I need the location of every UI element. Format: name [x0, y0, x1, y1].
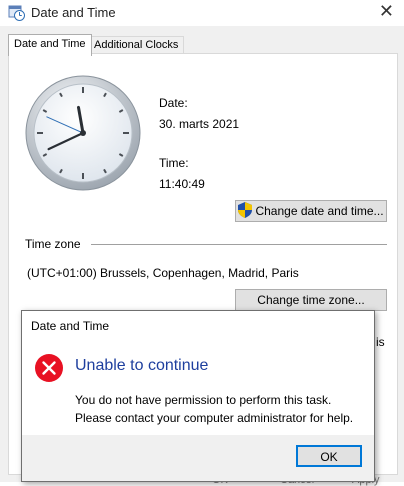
- change-time-zone-button[interactable]: Change time zone...: [235, 289, 387, 311]
- dialog-title: Date and Time: [31, 319, 110, 333]
- time-zone-value: (UTC+01:00) Brussels, Copenhagen, Madrid…: [27, 266, 299, 280]
- ok-button[interactable]: OK: [296, 445, 362, 467]
- dialog-message-line-2: Please contact your computer administrat…: [75, 411, 354, 425]
- time-zone-section-label: Time zone: [25, 237, 81, 251]
- analog-clock: [25, 75, 141, 191]
- date-label: Date:: [159, 96, 188, 110]
- dialog-heading: Unable to continue: [75, 357, 209, 374]
- error-circle-x-icon: [35, 354, 63, 382]
- tab-date-and-time[interactable]: Date and Time: [8, 34, 92, 56]
- dialog-footer: OK: [22, 435, 374, 481]
- dialog-message: You do not have permission to perform th…: [75, 391, 353, 427]
- permission-error-dialog: Date and Time Unable to continue You do …: [21, 310, 375, 482]
- change-date-time-label: Change date and time...: [255, 204, 384, 218]
- uac-shield-icon: [238, 202, 253, 218]
- close-icon[interactable]: ✕: [379, 1, 394, 22]
- section-divider: [91, 244, 387, 245]
- date-value: 30. marts 2021: [159, 117, 240, 131]
- dialog-message-line-1: You do not have permission to perform th…: [75, 393, 332, 407]
- time-label: Time:: [159, 156, 189, 170]
- title-bar: Date and Time ✕: [0, 0, 404, 26]
- window-title: Date and Time: [31, 5, 116, 20]
- time-value: 11:40:49: [159, 177, 205, 191]
- calendar-clock-icon: [8, 5, 25, 21]
- change-date-time-button[interactable]: Change date and time...: [235, 200, 387, 222]
- partial-text-behind: is: [376, 335, 385, 349]
